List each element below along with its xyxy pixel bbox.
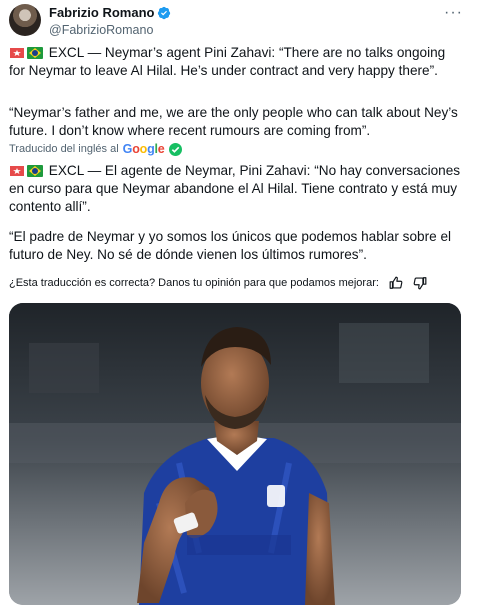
tweet-translation-text-1: EXCL — El agente de Neymar, Pini Zahavi:… (9, 163, 461, 214)
more-options-icon[interactable]: ··· (444, 4, 463, 22)
tweet-translation-paragraph-1: EXCL — El agente de Neymar, Pini Zahavi:… (9, 162, 464, 216)
verified-badge-icon (157, 6, 171, 20)
tweet-photo[interactable] (9, 303, 461, 605)
tweet-original-paragraph-1: EXCL — Neymar’s agent Pini Zahavi: “Ther… (9, 44, 464, 80)
tweet-translation-paragraph-2: “El padre de Neymar y yo somos los único… (9, 228, 464, 264)
tweet-original-paragraph-2: “Neymar’s father and me, we are the only… (9, 104, 464, 140)
author-block: Fabrizio Romano @FabrizioRomano (49, 4, 171, 38)
thumbs-up-icon[interactable] (389, 276, 403, 290)
brazil-flag-icon (27, 165, 43, 177)
avatar[interactable] (9, 4, 41, 36)
author-display-name[interactable]: Fabrizio Romano (49, 5, 154, 21)
saudi-flag-icon (9, 165, 25, 177)
author-handle[interactable]: @FabrizioRomano (49, 22, 171, 38)
translation-check-icon (168, 142, 182, 156)
thumbs-down-icon[interactable] (413, 276, 427, 290)
brazil-flag-icon (27, 47, 43, 59)
translation-feedback: ¿Esta traducción es correcta? Danos tu o… (9, 276, 427, 290)
tweet-header: Fabrizio Romano @FabrizioRomano ··· (9, 4, 469, 38)
tweet-original-text-1: EXCL — Neymar’s agent Pini Zahavi: “Ther… (9, 45, 446, 78)
tweet-translation-text-2: “El padre de Neymar y yo somos los único… (9, 229, 452, 262)
translated-label: Traducido del inglés al (9, 143, 119, 155)
translation-attribution: Traducido del inglés al Google (9, 142, 182, 156)
author-name-row[interactable]: Fabrizio Romano (49, 5, 171, 21)
google-logo: Google (122, 142, 165, 156)
saudi-flag-icon (9, 47, 25, 59)
feedback-question: ¿Esta traducción es correcta? Danos tu o… (9, 277, 379, 289)
tweet-original-text-2: “Neymar’s father and me, we are the only… (9, 105, 458, 138)
